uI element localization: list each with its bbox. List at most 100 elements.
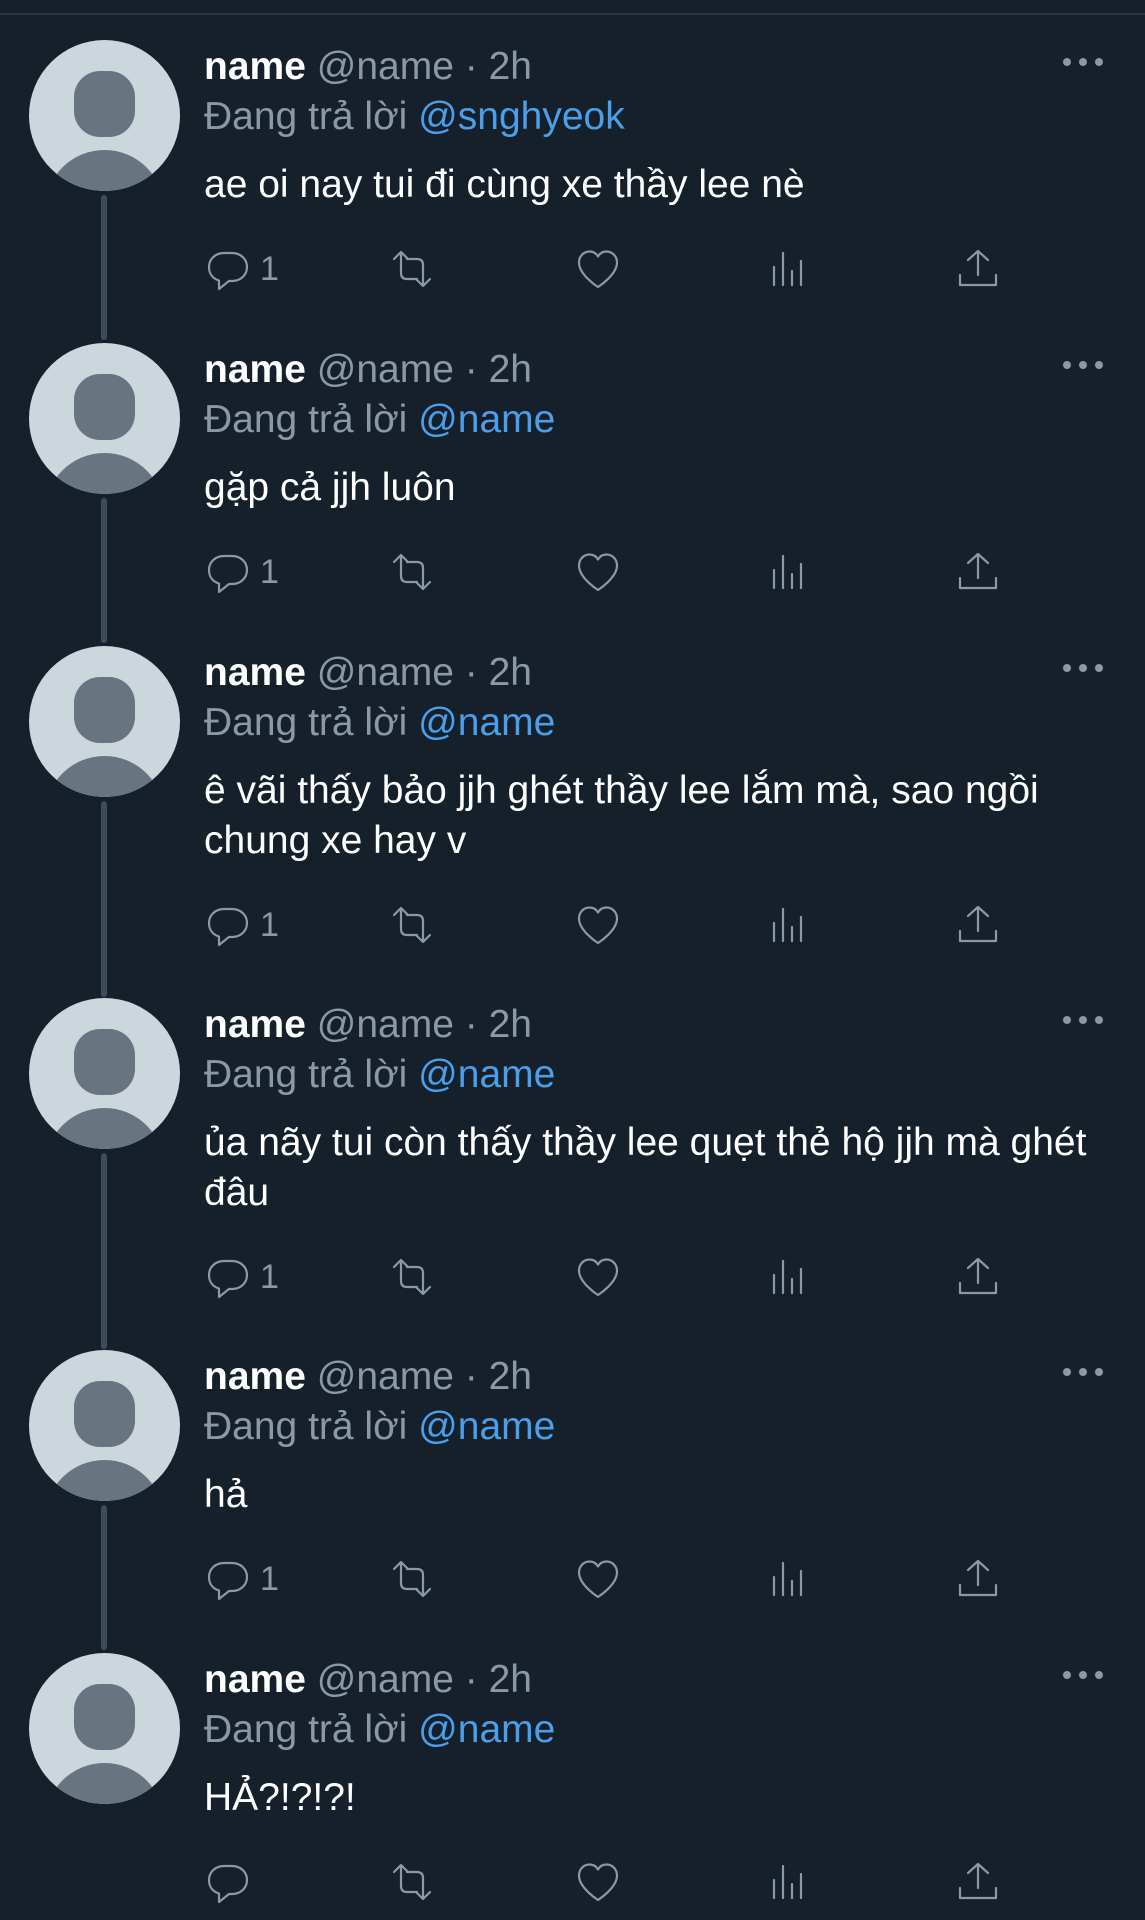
share-button[interactable] [954, 547, 1002, 597]
display-name[interactable]: name [204, 1003, 306, 1046]
views-button[interactable] [764, 1857, 812, 1907]
display-name[interactable]: name [204, 348, 306, 391]
heart-icon [577, 553, 619, 592]
avatar[interactable] [29, 1350, 180, 1501]
views-button[interactable] [764, 244, 812, 294]
share-button[interactable] [954, 244, 1002, 294]
display-name[interactable]: name [204, 1658, 306, 1701]
like-button[interactable] [574, 547, 622, 597]
retweet-button[interactable] [388, 244, 436, 294]
more-icon[interactable] [1063, 1365, 1103, 1379]
mention-link[interactable]: @name [418, 1405, 555, 1448]
like-button[interactable] [574, 244, 622, 294]
thread-line [101, 498, 107, 643]
reply-count: 1 [260, 1257, 279, 1296]
views-button[interactable] [764, 1252, 812, 1302]
handle[interactable]: @name [317, 1003, 454, 1046]
mention-link[interactable]: @snghyeok [418, 95, 625, 138]
mention-link[interactable]: @name [418, 1053, 555, 1096]
more-icon[interactable] [1063, 1013, 1103, 1027]
like-button[interactable] [574, 1252, 622, 1302]
like-button[interactable] [574, 1857, 622, 1907]
replying-label: Đang trả lời [204, 1708, 408, 1751]
tweet-header: name @name · 2h [204, 651, 532, 695]
reply-button[interactable]: 1 [204, 1252, 279, 1302]
share-button[interactable] [954, 900, 1002, 950]
replying-label: Đang trả lời [204, 1053, 408, 1096]
timestamp[interactable]: 2h [489, 1355, 532, 1398]
more-icon[interactable] [1063, 661, 1103, 675]
like-button[interactable] [574, 900, 622, 950]
display-name[interactable]: name [204, 651, 306, 694]
reply-button[interactable] [204, 1857, 260, 1907]
avatar[interactable] [29, 1653, 180, 1804]
reply-button[interactable]: 1 [204, 1554, 279, 1604]
share-button[interactable] [954, 1554, 1002, 1604]
handle[interactable]: @name [317, 1658, 454, 1701]
like-button[interactable] [574, 1554, 622, 1604]
more-icon[interactable] [1063, 55, 1103, 69]
replying-to: Đang trả lời @name [204, 701, 555, 745]
tweet-header: name @name · 2h [204, 1003, 532, 1047]
share-icon [958, 249, 998, 287]
separator: · [464, 348, 478, 391]
retweet-icon [392, 1863, 432, 1901]
views-button[interactable] [764, 1554, 812, 1604]
reply-icon [207, 251, 249, 291]
views-icon [772, 1259, 803, 1295]
avatar[interactable] [29, 40, 180, 191]
retweet-icon [392, 553, 432, 591]
reply-button[interactable]: 1 [204, 244, 279, 294]
share-icon [958, 1257, 998, 1295]
mention-link[interactable]: @name [418, 701, 555, 744]
timestamp[interactable]: 2h [489, 1658, 532, 1701]
mention-link[interactable]: @name [418, 1708, 555, 1751]
reply-icon [207, 907, 249, 947]
views-icon [772, 251, 803, 287]
mention-link[interactable]: @name [418, 398, 555, 441]
timestamp[interactable]: 2h [489, 651, 532, 694]
tweet-text: HẢ?!?!?! [204, 1776, 356, 1819]
retweet-button[interactable] [388, 1252, 436, 1302]
heart-icon [577, 1560, 619, 1599]
avatar[interactable] [29, 343, 180, 494]
handle[interactable]: @name [317, 651, 454, 694]
action-bar: 1 [204, 900, 1024, 950]
share-button[interactable] [954, 1252, 1002, 1302]
reply-button[interactable]: 1 [204, 900, 279, 950]
tweet-text: ê vãi thấy bảo jjh ghét thầy lee lắm mà,… [204, 769, 1039, 862]
retweet-button[interactable] [388, 547, 436, 597]
reply-button[interactable]: 1 [204, 547, 279, 597]
tweet-header: name @name · 2h [204, 1658, 532, 1702]
retweet-icon [392, 906, 432, 944]
share-button[interactable] [954, 1857, 1002, 1907]
more-icon[interactable] [1063, 1668, 1103, 1682]
handle[interactable]: @name [317, 45, 454, 88]
handle[interactable]: @name [317, 348, 454, 391]
display-name[interactable]: name [204, 1355, 306, 1398]
views-button[interactable] [764, 900, 812, 950]
more-icon[interactable] [1063, 358, 1103, 372]
timestamp[interactable]: 2h [489, 1003, 532, 1046]
timestamp[interactable]: 2h [489, 45, 532, 88]
tweet-text: gặp cả jjh luôn [204, 466, 456, 509]
retweet-button[interactable] [388, 1554, 436, 1604]
views-icon [772, 1561, 803, 1597]
views-button[interactable] [764, 547, 812, 597]
timestamp[interactable]: 2h [489, 348, 532, 391]
replying-to: Đang trả lời @name [204, 1053, 555, 1097]
display-name[interactable]: name [204, 45, 306, 88]
retweet-button[interactable] [388, 1857, 436, 1907]
retweet-button[interactable] [388, 900, 436, 950]
tweet-text: ủa nãy tui còn thấy thầy lee quẹt thẻ hộ… [204, 1121, 1087, 1214]
separator: · [464, 1658, 478, 1701]
replying-to: Đang trả lời @name [204, 1708, 555, 1752]
retweet-icon [392, 1560, 432, 1598]
thread-line [101, 1505, 107, 1650]
avatar[interactable] [29, 998, 180, 1149]
replying-label: Đang trả lời [204, 701, 408, 744]
avatar[interactable] [29, 646, 180, 797]
tweet-header: name @name · 2h [204, 1355, 532, 1399]
reply-icon [207, 1561, 249, 1601]
handle[interactable]: @name [317, 1355, 454, 1398]
